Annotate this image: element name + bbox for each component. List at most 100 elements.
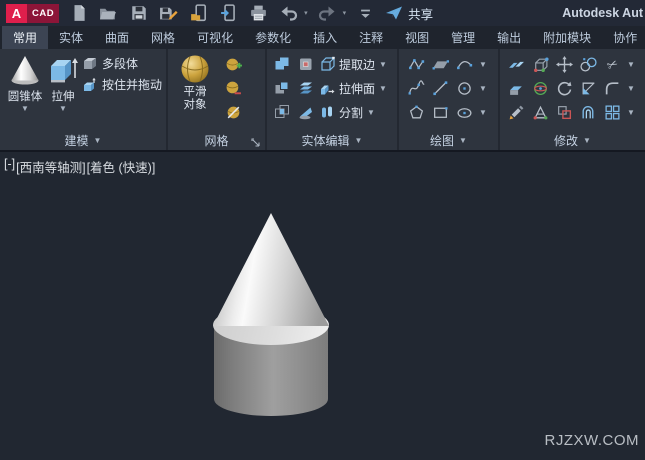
array-dropdown-caret[interactable]: ▼ bbox=[627, 108, 635, 117]
share-button[interactable]: 共享 bbox=[385, 4, 433, 23]
extrude-faces-button[interactable]: 拉伸面 ▼ bbox=[319, 76, 393, 100]
ribbon-tab[interactable]: 插入 bbox=[302, 26, 348, 49]
move-button[interactable] bbox=[555, 55, 574, 74]
panel-modify-footer[interactable]: 修改 ▼ bbox=[500, 131, 645, 150]
trim-dropdown-caret[interactable]: ▼ bbox=[627, 60, 635, 69]
save-as-button[interactable] bbox=[158, 2, 179, 24]
open-from-web-mobile-button[interactable] bbox=[188, 2, 209, 24]
separate-caret[interactable]: ▼ bbox=[367, 108, 375, 117]
app-menu-button[interactable]: A CAD bbox=[6, 4, 59, 23]
extract-edges-caret[interactable]: ▼ bbox=[379, 60, 387, 69]
subtract-button[interactable] bbox=[271, 76, 293, 100]
circle-button[interactable] bbox=[455, 79, 474, 98]
ribbon-tab[interactable]: 常用 bbox=[2, 26, 48, 49]
rotate-button[interactable] bbox=[555, 79, 574, 98]
smooth-more-button[interactable] bbox=[222, 52, 244, 76]
fillet-button[interactable] bbox=[603, 79, 622, 98]
extrude-faces-caret[interactable]: ▼ bbox=[379, 84, 387, 93]
circle-dropdown-caret[interactable]: ▼ bbox=[479, 84, 487, 93]
polysolid-button[interactable]: 多段体 bbox=[82, 55, 162, 72]
ellipse-dropdown-caret[interactable]: ▼ bbox=[479, 108, 487, 117]
plot-button[interactable] bbox=[248, 2, 269, 24]
trim-scissors-icon: ✂ bbox=[605, 56, 620, 72]
slice-layers-button[interactable] bbox=[295, 76, 317, 100]
stretch-button[interactable] bbox=[555, 103, 574, 122]
offset-icon bbox=[580, 104, 597, 121]
extrude-faces-icon bbox=[319, 80, 335, 96]
trim-button[interactable]: ✂ bbox=[603, 55, 622, 74]
polygon-button[interactable] bbox=[407, 103, 426, 122]
ribbon-tab[interactable]: 输出 bbox=[486, 26, 532, 49]
extract-edges-button[interactable]: 提取边 ▼ bbox=[319, 52, 393, 76]
ellipse-button[interactable] bbox=[455, 103, 474, 122]
ribbon-tab[interactable]: 注释 bbox=[348, 26, 394, 49]
cone-dropdown-caret[interactable]: ▼ bbox=[21, 104, 29, 113]
erase-button[interactable] bbox=[507, 103, 526, 122]
offset-button[interactable] bbox=[579, 103, 598, 122]
watermark: RJZXW.COM bbox=[545, 432, 640, 449]
ribbon-tab[interactable]: 网格 bbox=[140, 26, 186, 49]
ribbon-tab[interactable]: 协作 bbox=[602, 26, 645, 49]
mesh-refine-button[interactable] bbox=[222, 100, 244, 124]
align-button[interactable] bbox=[531, 103, 550, 122]
rectangle-button[interactable] bbox=[431, 103, 450, 122]
ribbon-tab[interactable]: 附加模块 bbox=[532, 26, 602, 49]
open-file-button[interactable] bbox=[98, 2, 119, 24]
3d-rotate-button[interactable] bbox=[531, 79, 550, 98]
array-icon bbox=[604, 104, 621, 121]
extrude-dropdown-caret[interactable]: ▼ bbox=[59, 104, 67, 113]
undo-dropdown-caret[interactable]: ▾ bbox=[304, 9, 308, 17]
region-button[interactable] bbox=[431, 55, 450, 74]
new-file-button[interactable] bbox=[68, 2, 89, 24]
intersect-button[interactable] bbox=[271, 100, 293, 124]
smooth-object-button[interactable]: 平滑 对象 bbox=[174, 52, 216, 131]
panel-modeling-footer[interactable]: 建模 ▼ bbox=[0, 131, 166, 150]
ribbon-tab[interactable]: 可视化 bbox=[186, 26, 244, 49]
separate-button[interactable]: 分割 ▼ bbox=[319, 100, 393, 124]
presspull-button[interactable]: 按住并拖动 bbox=[82, 76, 162, 93]
model-cone[interactable] bbox=[213, 213, 329, 326]
panel-modeling: 圆锥体 ▼ 拉伸 ▼ bbox=[0, 49, 168, 150]
taper-faces-button[interactable] bbox=[295, 100, 317, 124]
3d-align-button[interactable] bbox=[531, 55, 550, 74]
redo-dropdown-caret[interactable]: ▾ bbox=[343, 9, 347, 17]
ribbon-tab[interactable]: 管理 bbox=[440, 26, 486, 49]
ribbon-tab[interactable]: 视图 bbox=[394, 26, 440, 49]
stretch-icon bbox=[556, 104, 573, 121]
fillet-dropdown-caret[interactable]: ▼ bbox=[627, 84, 635, 93]
smooth-less-button[interactable] bbox=[222, 76, 244, 100]
cone-button[interactable]: 圆锥体 ▼ bbox=[6, 52, 44, 131]
scale-button[interactable] bbox=[579, 79, 598, 98]
undo-button[interactable] bbox=[278, 2, 299, 24]
panel-mesh-footer[interactable]: 网格 bbox=[168, 131, 265, 150]
drawing-area[interactable]: [-] [西南等轴测] [着色 (快速)] RJZXW.COM bbox=[0, 152, 645, 460]
imprint-button[interactable] bbox=[295, 52, 317, 76]
separate-icon bbox=[319, 104, 335, 120]
arc-dropdown-caret[interactable]: ▼ bbox=[479, 60, 487, 69]
extrude-button[interactable]: 拉伸 ▼ bbox=[47, 52, 79, 131]
panel-mesh: 平滑 对象 网格 bbox=[168, 49, 267, 150]
slice-icon bbox=[508, 56, 525, 73]
redo-button[interactable] bbox=[317, 2, 338, 24]
panel-solid-editing-footer[interactable]: 实体编辑 ▼ bbox=[267, 131, 397, 150]
array-button[interactable] bbox=[603, 103, 622, 122]
panel-modify-label: 修改 bbox=[554, 132, 578, 149]
arc-button[interactable] bbox=[455, 55, 474, 74]
spline-button[interactable] bbox=[407, 79, 426, 98]
line-button[interactable] bbox=[431, 79, 450, 98]
ribbon-tab[interactable]: 参数化 bbox=[244, 26, 302, 49]
slice-button[interactable] bbox=[507, 55, 526, 74]
3d-model[interactable] bbox=[0, 152, 645, 460]
union-icon bbox=[274, 56, 290, 72]
qat-customize-button[interactable] bbox=[355, 2, 376, 24]
offset-edge-button[interactable] bbox=[507, 79, 526, 98]
panel-draw-footer[interactable]: 绘图 ▼ bbox=[399, 131, 498, 150]
mesh-dialog-launcher[interactable] bbox=[251, 136, 260, 150]
save-to-web-mobile-button[interactable] bbox=[218, 2, 239, 24]
ribbon-tab[interactable]: 实体 bbox=[48, 26, 94, 49]
ribbon-tab[interactable]: 曲面 bbox=[94, 26, 140, 49]
copy-button[interactable] bbox=[579, 55, 598, 74]
save-button[interactable] bbox=[128, 2, 149, 24]
polyline-button[interactable] bbox=[407, 55, 426, 74]
union-button[interactable] bbox=[271, 52, 293, 76]
